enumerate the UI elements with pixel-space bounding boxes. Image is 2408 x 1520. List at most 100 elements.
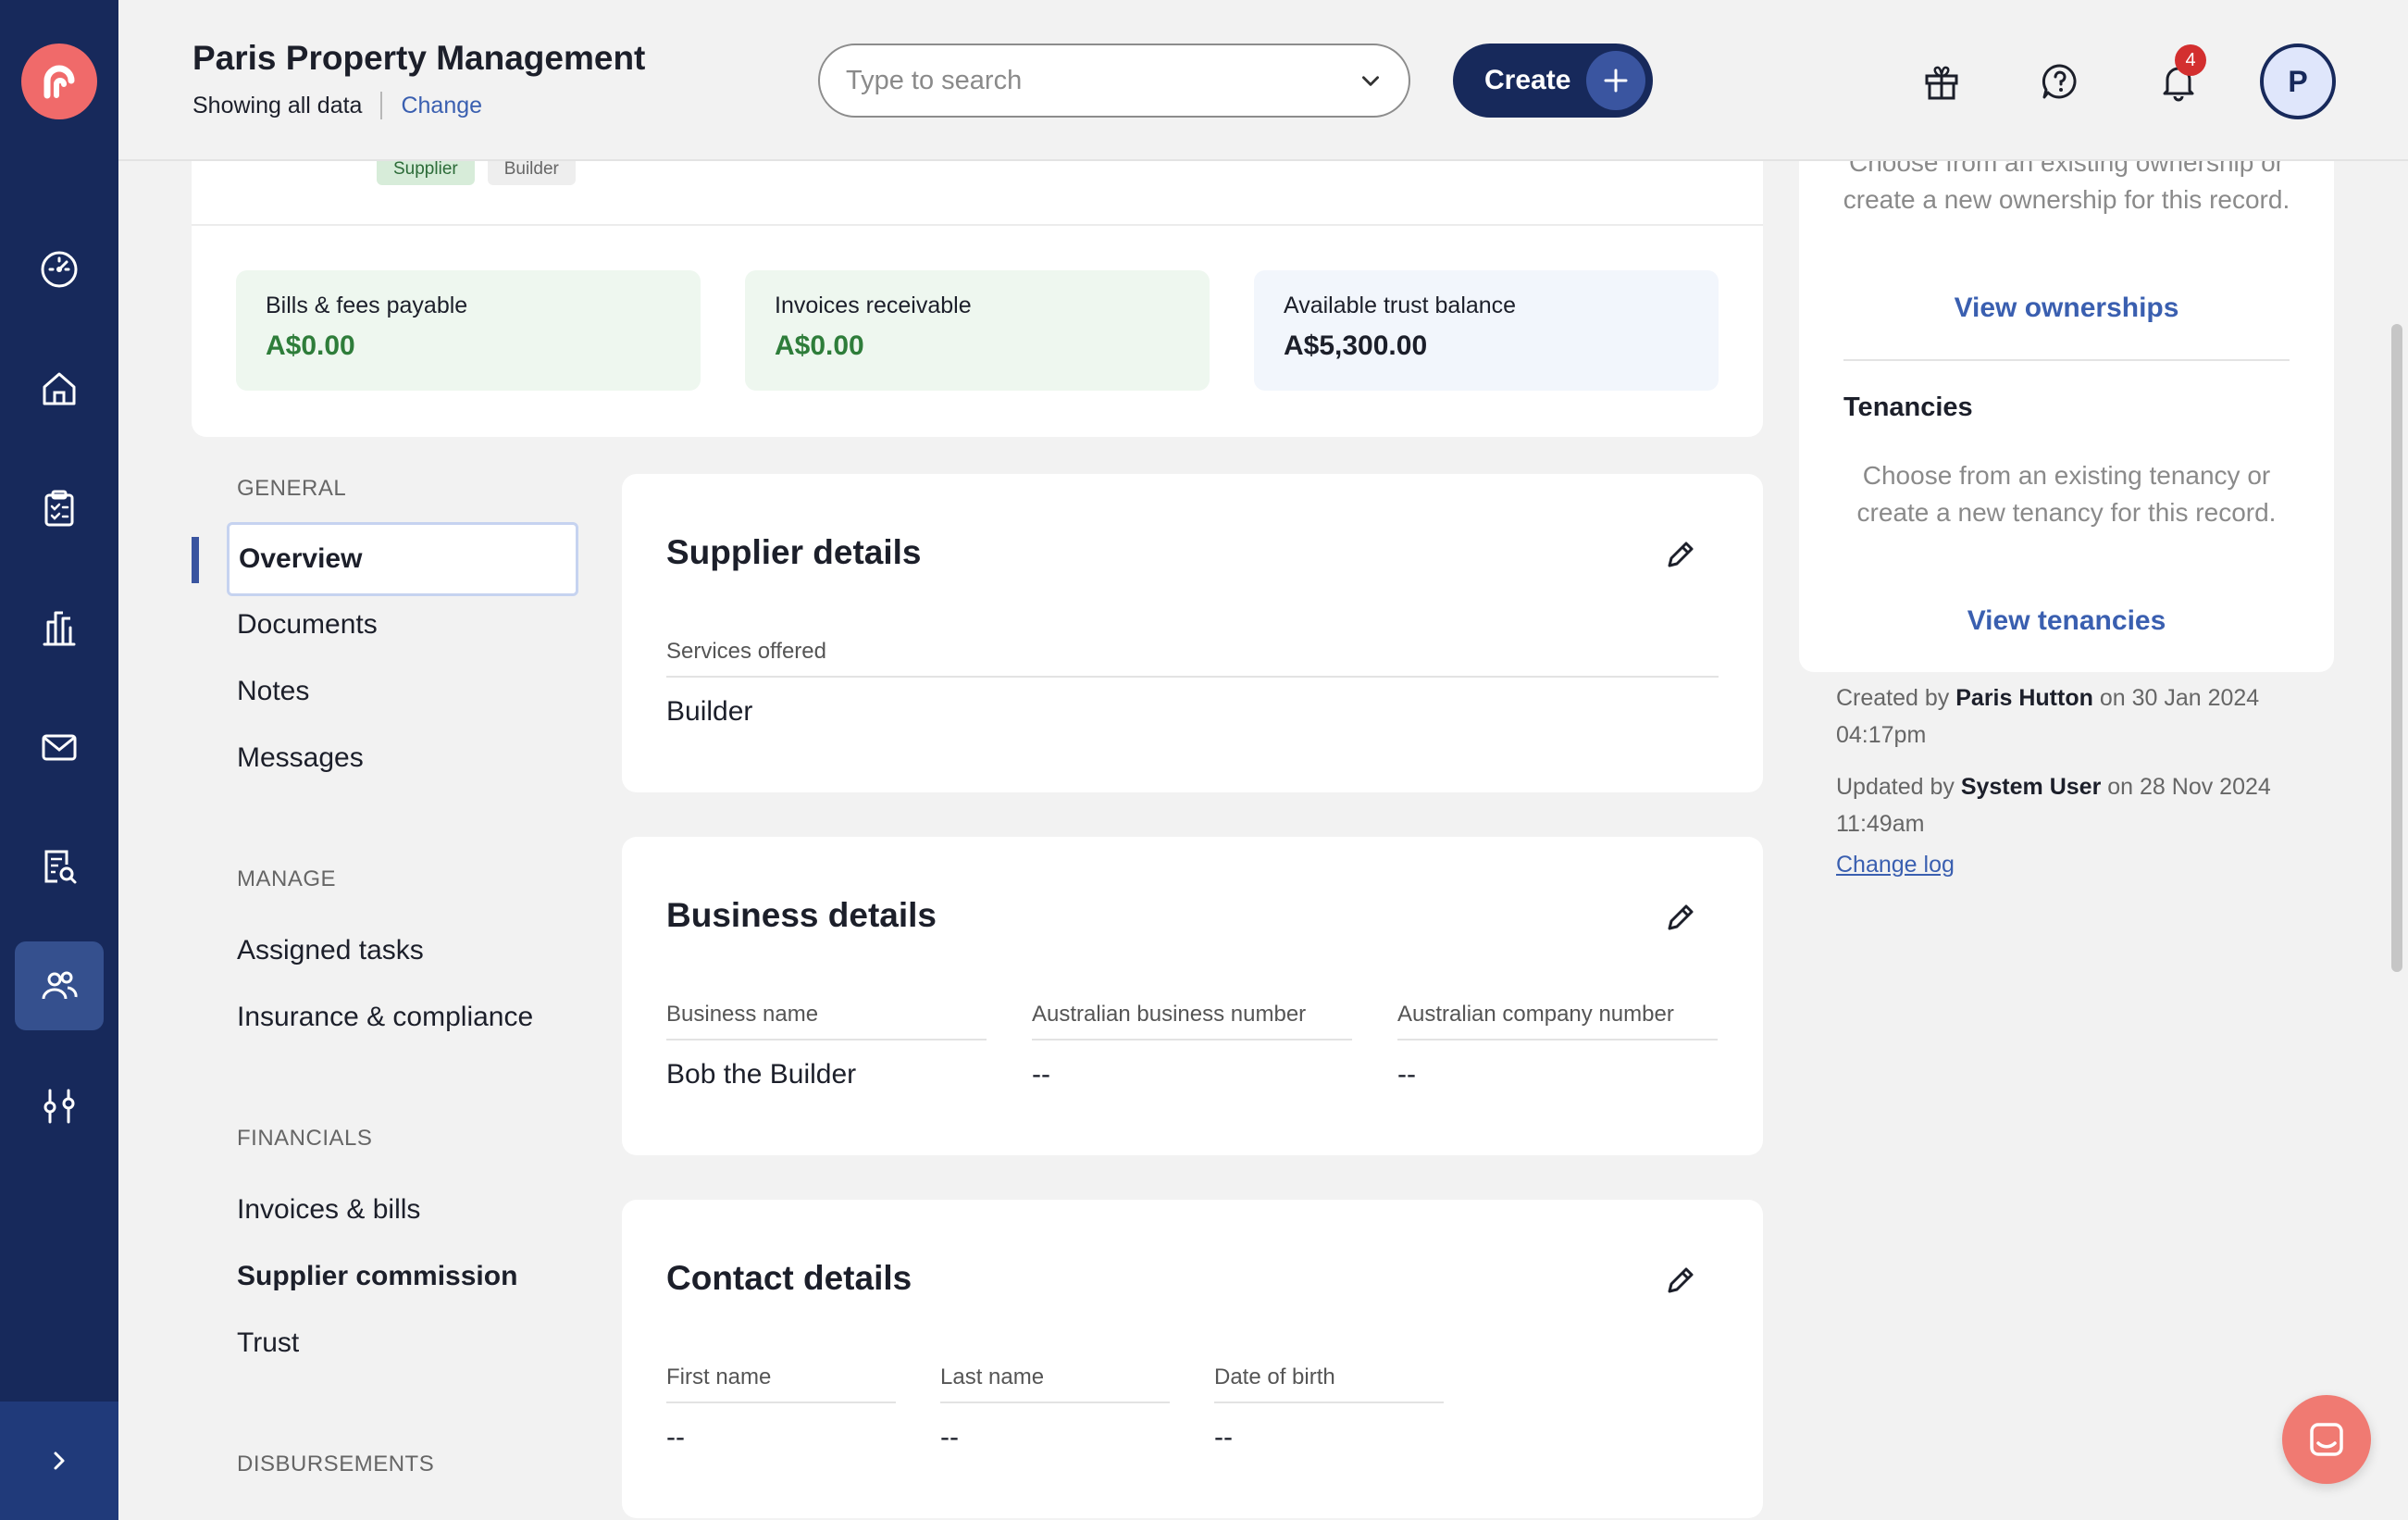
- global-search[interactable]: [818, 44, 1410, 118]
- clipboard-icon: [44, 490, 74, 527]
- pencil-icon: [1668, 1267, 1694, 1293]
- field-label: Services offered: [666, 639, 1719, 678]
- section-documents[interactable]: Documents: [237, 609, 378, 641]
- field-value: --: [1032, 1059, 1050, 1090]
- stat-invoices-receivable: Invoices receivable A$0.00: [745, 270, 1210, 391]
- chat-icon: [2310, 1423, 2343, 1456]
- field-value: Builder: [666, 696, 753, 727]
- field-label: Australian business number: [1032, 1002, 1352, 1040]
- stat-label: Available trust balance: [1284, 293, 1517, 318]
- nav-reports-bars[interactable]: [15, 583, 104, 672]
- card-title: Business details: [666, 896, 937, 934]
- created-by-user: Paris Hutton: [1955, 685, 2093, 711]
- plus-icon: [1586, 51, 1645, 110]
- sliders-icon: [43, 1089, 75, 1124]
- chevron-right-icon: [54, 1451, 65, 1470]
- contact-details-card: Contact details First name -- Last name …: [622, 1200, 1763, 1518]
- active-indicator: [192, 537, 199, 583]
- nav-properties[interactable]: [15, 344, 104, 433]
- stat-value: A$0.00: [266, 330, 355, 361]
- page-scrollbar[interactable]: [2391, 324, 2402, 972]
- updated-prefix: Updated by: [1836, 774, 1955, 800]
- nav-report-search[interactable]: [15, 822, 104, 911]
- section-supplier-commission[interactable]: Supplier commission: [237, 1261, 517, 1292]
- nav-settings[interactable]: [15, 1061, 104, 1150]
- field-value: --: [940, 1422, 959, 1452]
- field-value: --: [1397, 1059, 1416, 1090]
- help-icon: [2042, 64, 2077, 99]
- create-button-label: Create: [1484, 65, 1571, 95]
- field-value: Bob the Builder: [666, 1059, 857, 1090]
- contacts-icon: [42, 971, 78, 1000]
- pencil-icon: [1668, 904, 1694, 930]
- nav-group-manage: MANAGE: [237, 866, 337, 891]
- nav-group-general: GENERAL: [237, 476, 347, 501]
- change-log-link[interactable]: Change log: [1836, 852, 1955, 878]
- section-overview[interactable]: Overview: [227, 522, 578, 596]
- created-prefix: Created by: [1836, 685, 1950, 711]
- stat-trust-balance: Available trust balance A$5,300.00: [1254, 270, 1719, 391]
- section-invoices-bills[interactable]: Invoices & bills: [237, 1194, 420, 1226]
- divider: [380, 92, 383, 119]
- nav-tasks[interactable]: [15, 464, 104, 553]
- stat-value: A$0.00: [775, 330, 864, 361]
- edit-supplier-details-button[interactable]: [1657, 531, 1704, 578]
- section-messages[interactable]: Messages: [237, 742, 364, 774]
- home-icon: [43, 372, 76, 405]
- stat-bills-payable: Bills & fees payable A$0.00: [236, 270, 701, 391]
- pencil-icon: [1668, 542, 1694, 567]
- report-search-icon: [44, 850, 77, 884]
- card-title: Supplier details: [666, 533, 922, 571]
- whats-new-button[interactable]: [1912, 52, 1971, 111]
- edit-business-details-button[interactable]: [1657, 894, 1704, 941]
- data-scope: Showing all data Change: [192, 92, 482, 119]
- edit-contact-details-button[interactable]: [1657, 1257, 1704, 1303]
- section-notes[interactable]: Notes: [237, 676, 309, 707]
- card-title: Contact details: [666, 1259, 912, 1297]
- expand-sidebar-button[interactable]: [0, 1402, 118, 1520]
- business-details-card: Business details Business name Bob the B…: [622, 837, 1763, 1155]
- updated-meta: Updated by System User on 28 Nov 2024 11…: [1836, 768, 2317, 842]
- view-ownerships-link[interactable]: View ownerships: [1799, 293, 2334, 324]
- supplier-details-card: Supplier details Services offered Builde…: [622, 474, 1763, 792]
- chat-support-button[interactable]: [2282, 1395, 2371, 1484]
- help-button[interactable]: [2030, 52, 2090, 111]
- notification-count-badge: 4: [2175, 44, 2206, 76]
- field-label: First name: [666, 1364, 896, 1403]
- stat-value: A$5,300.00: [1284, 330, 1428, 361]
- change-scope-link[interactable]: Change: [401, 93, 482, 119]
- tenancies-heading: Tenancies: [1843, 392, 1973, 422]
- updated-by-user: System User: [1960, 774, 2102, 800]
- nav-messages[interactable]: [15, 703, 104, 791]
- building-icon: [43, 611, 76, 646]
- related-records-card: Choose from an existing ownership or cre…: [1799, 111, 2334, 672]
- stat-label: Bills & fees payable: [266, 293, 468, 318]
- field-label: Business name: [666, 1002, 987, 1040]
- nav-group-financials: FINANCIALS: [237, 1126, 373, 1151]
- search-input[interactable]: [846, 65, 1359, 96]
- section-trust[interactable]: Trust: [237, 1327, 299, 1359]
- section-insurance-compliance[interactable]: Insurance & compliance: [237, 1002, 533, 1033]
- mail-icon: [42, 734, 77, 761]
- view-tenancies-link[interactable]: View tenancies: [1799, 605, 2334, 637]
- dashboard-icon: [41, 251, 78, 288]
- field-label: Date of birth: [1214, 1364, 1444, 1403]
- tenancies-help-text: Choose from an existing tenancy or creat…: [1856, 461, 2277, 527]
- brand-logo[interactable]: [21, 44, 97, 119]
- created-meta: Created by Paris Hutton on 30 Jan 2024 0…: [1836, 679, 2317, 754]
- left-nav-rail: [0, 0, 118, 1520]
- nav-contacts[interactable]: [15, 941, 104, 1030]
- divider: [1843, 359, 2290, 361]
- nav-group-disbursements: DISBURSEMENTS: [237, 1451, 435, 1476]
- stat-label: Invoices receivable: [775, 293, 972, 318]
- organisation-title: Paris Property Management: [192, 39, 646, 77]
- user-avatar[interactable]: P: [2260, 44, 2336, 119]
- nav-dashboard[interactable]: [15, 225, 104, 314]
- create-button[interactable]: Create: [1453, 44, 1653, 118]
- chevron-down-icon[interactable]: [1359, 69, 1383, 93]
- field-value: --: [1214, 1422, 1233, 1452]
- gift-icon: [1925, 66, 1958, 100]
- logo-icon: [43, 65, 75, 99]
- data-scope-label: Showing all data: [192, 92, 363, 118]
- section-assigned-tasks[interactable]: Assigned tasks: [237, 935, 424, 966]
